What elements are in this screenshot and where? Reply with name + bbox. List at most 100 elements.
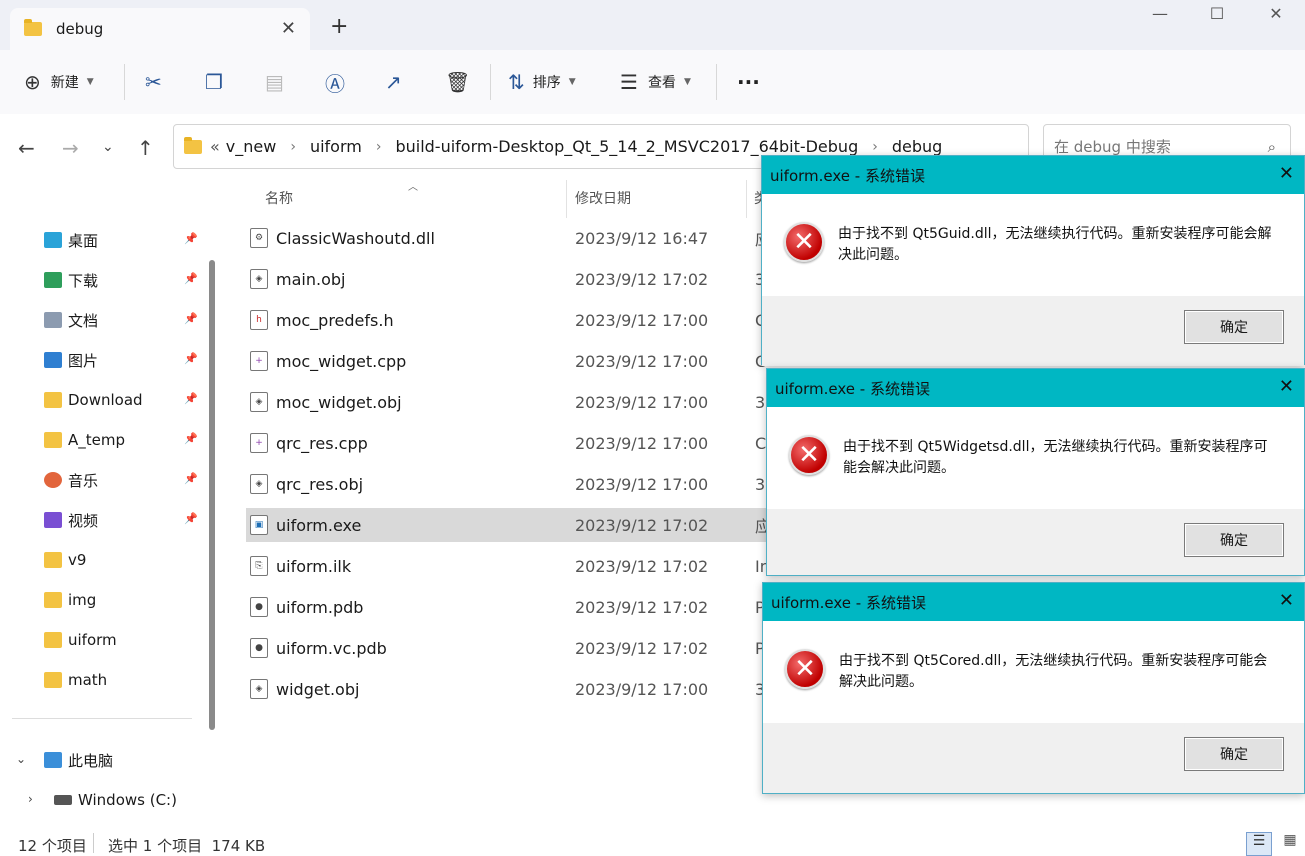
pin-icon[interactable]: 📌 [184, 232, 198, 245]
ok-button[interactable]: 确定 [1184, 523, 1284, 557]
close-window-button[interactable]: ✕ [1253, 4, 1299, 28]
details-view-icon[interactable]: ☰ [1246, 832, 1272, 856]
file-row[interactable]: ▣ uiform.exe 2023/9/12 17:02 应 [246, 508, 786, 542]
folder-icon [44, 392, 62, 408]
file-row[interactable]: ⚙ClassicWashoutd.dll2023/9/12 16:47应 [246, 221, 786, 255]
cut-button[interactable]: ✂ [145, 68, 162, 96]
dialog-body: ✕ 由于找不到 Qt5Guid.dll，无法继续执行代码。重新安装程序可能会解决… [762, 194, 1304, 296]
ok-button[interactable]: 确定 [1184, 310, 1284, 344]
file-row[interactable]: ◈main.obj2023/9/12 17:023 [246, 262, 786, 296]
tiles-view-icon[interactable]: ▦ [1278, 832, 1302, 856]
new-button[interactable]: ⊕ 新建 ▼ [24, 68, 94, 96]
sidebar-item[interactable]: v9 [44, 545, 86, 575]
sidebar-item[interactable]: img [44, 585, 96, 615]
paste-icon: ▤ [265, 70, 284, 94]
file-row[interactable]: ⎘ uiform.ilk 2023/9/12 17:02 In [246, 549, 786, 583]
pin-icon[interactable]: 📌 [184, 272, 198, 285]
sort-button[interactable]: ⇅ 排序 ▼ [508, 68, 576, 96]
more-options-button[interactable]: ··· [737, 68, 760, 96]
pin-icon[interactable]: 📌 [184, 392, 198, 405]
pin-icon[interactable]: 📌 [184, 352, 198, 365]
breadcrumb-build[interactable]: build-uiform-Desktop_Qt_5_14_2_MSVC2017_… [395, 137, 858, 156]
dialog-body: ✕ 由于找不到 Qt5Cored.dll，无法继续执行代码。重新安装程序可能会解… [763, 621, 1304, 723]
dialog-message: 由于找不到 Qt5Cored.dll，无法继续执行代码。重新安装程序可能会解决此… [839, 653, 1268, 690]
pin-icon[interactable]: 📌 [184, 312, 198, 325]
sidebar-item-label: Download [68, 391, 143, 409]
dialog-title-bar[interactable]: uiform.exe - 系统错误 ✕ [763, 583, 1304, 621]
new-tab-button[interactable]: + [330, 14, 348, 39]
dialog-close-icon[interactable]: ✕ [1279, 376, 1294, 397]
rename-button[interactable]: Ⓐ [325, 68, 345, 96]
breadcrumb-uiform[interactable]: uiform [310, 137, 362, 156]
file-date: 2023/9/12 17:02 [575, 597, 709, 617]
breadcrumb-debug[interactable]: debug [892, 137, 942, 156]
sidebar-item[interactable]: 视频 [44, 505, 98, 535]
recent-chevron-icon[interactable]: ⌄ [102, 139, 114, 155]
column-divider[interactable] [566, 180, 567, 218]
sidebar-item[interactable]: 图片 [44, 345, 98, 375]
sidebar-item[interactable]: A_temp [44, 425, 125, 455]
file-row[interactable]: ● uiform.pdb 2023/9/12 17:02 P [246, 590, 786, 624]
sidebar-item[interactable]: 音乐 [44, 465, 98, 495]
sidebar-item-label: uiform [68, 631, 117, 649]
sidebar-item-this-pc[interactable]: 此电脑 [44, 745, 113, 775]
file-row[interactable]: ◈ moc_widget.obj 2023/9/12 17:00 3 [246, 385, 786, 419]
obj-icon: ◈ [250, 474, 268, 494]
back-arrow-icon[interactable]: ← [18, 136, 35, 160]
file-row[interactable]: + qrc_res.cpp 2023/9/12 17:00 C [246, 426, 786, 460]
item-count: 12 个项目 [18, 837, 87, 855]
sidebar-item[interactable]: 文档 [44, 305, 98, 335]
sidebar-scrollbar[interactable] [209, 260, 215, 730]
breadcrumb-v-new[interactable]: v_new [226, 137, 277, 156]
file-row[interactable]: ◈ widget.obj 2023/9/12 17:00 3 [246, 672, 786, 706]
up-arrow-icon[interactable]: ↑ [137, 136, 154, 160]
dll-icon: ⚙ [250, 228, 268, 248]
dialog-close-icon[interactable]: ✕ [1279, 590, 1294, 611]
sidebar-item[interactable]: uiform [44, 625, 117, 655]
file-type: 3 [755, 392, 766, 412]
sidebar-item-drive-c[interactable]: Windows (C:) [54, 785, 177, 815]
sidebar-item[interactable]: Download [44, 385, 143, 415]
dialog-footer: 确定 [763, 723, 1304, 793]
collapse-chevron-icon[interactable]: › [28, 792, 33, 806]
file-row[interactable]: +moc_widget.cpp2023/9/12 17:00C [246, 344, 786, 378]
file-row[interactable]: ◈ qrc_res.obj 2023/9/12 17:00 3 [246, 467, 786, 501]
file-row[interactable]: hmoc_predefs.h2023/9/12 17:00C [246, 303, 786, 337]
file-type: C [755, 433, 767, 453]
pictures-icon [44, 352, 62, 368]
file-list: 名称 ︿ 修改日期 类 ⚙ClassicWashoutd.dll2023/9/1… [228, 180, 786, 824]
sidebar-item-label: 此电脑 [68, 751, 114, 770]
pin-icon[interactable]: 📌 [184, 512, 198, 525]
sidebar-item[interactable]: 桌面 [44, 225, 98, 255]
pin-icon[interactable]: 📌 [184, 432, 198, 445]
column-header-date[interactable]: 修改日期 [575, 188, 631, 208]
delete-button[interactable]: 🗑 [445, 68, 470, 96]
sidebar-item-label: v9 [68, 551, 87, 569]
sidebar-item[interactable]: math [44, 665, 107, 695]
ok-button[interactable]: 确定 [1184, 737, 1284, 771]
expand-chevron-icon[interactable]: ⌄ [16, 752, 26, 766]
column-header-name[interactable]: 名称 [265, 188, 293, 208]
view-button[interactable]: ☰ 查看 ▼ [620, 68, 691, 96]
tab-close-icon[interactable]: ✕ [281, 18, 296, 39]
maximize-button[interactable]: ☐ [1194, 4, 1240, 28]
sidebar-item-label: 视频 [68, 511, 99, 530]
file-row[interactable]: ● uiform.vc.pdb 2023/9/12 17:02 P [246, 631, 786, 665]
paste-button[interactable]: ▤ [265, 68, 284, 96]
file-name: widget.obj [276, 679, 360, 699]
forward-arrow-icon[interactable]: → [62, 136, 79, 160]
tab-debug[interactable]: debug ✕ [10, 8, 310, 50]
copy-button[interactable]: ❐ [205, 68, 223, 96]
dialog-title-bar[interactable]: uiform.exe - 系统错误 ✕ [762, 156, 1304, 194]
sidebar-item-label: Windows (C:) [78, 791, 177, 809]
sort-ascending-icon: ︿ [408, 182, 418, 193]
minimize-button[interactable]: — [1137, 4, 1183, 28]
overflow-crumb[interactable]: « [210, 137, 220, 156]
column-divider[interactable] [746, 180, 747, 218]
pin-icon[interactable]: 📌 [184, 472, 198, 485]
dialog-close-icon[interactable]: ✕ [1279, 163, 1294, 184]
sidebar-item-label: A_temp [68, 431, 126, 449]
dialog-title-bar[interactable]: uiform.exe - 系统错误 ✕ [767, 369, 1304, 407]
share-button[interactable]: ↗ [385, 68, 402, 96]
sidebar-item[interactable]: 下载 [44, 265, 98, 295]
